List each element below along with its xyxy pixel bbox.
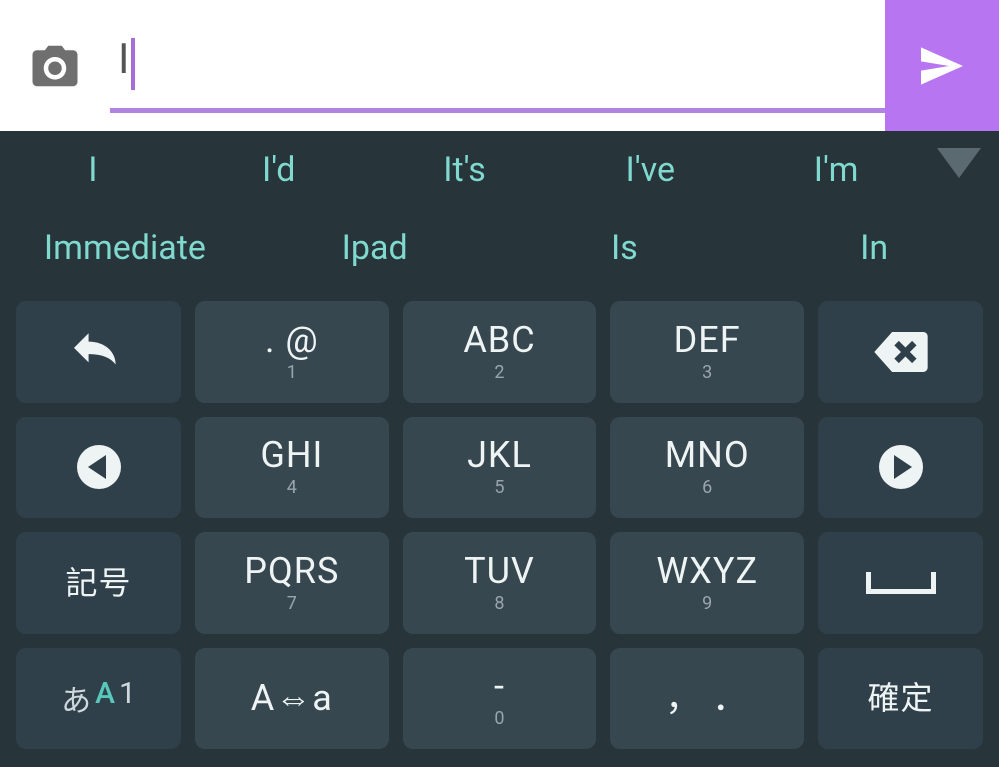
input-underline [110, 108, 885, 113]
backspace-icon [874, 332, 928, 372]
suggestion-strip: I I'd It's I've I'm Immediate Ipad Is In [0, 131, 999, 287]
key-sub: 6 [702, 479, 712, 497]
suggestion-item[interactable]: In [749, 228, 999, 268]
cursor-right-key[interactable] [818, 417, 983, 519]
suggestion-item[interactable]: Is [500, 228, 750, 268]
text-caret [131, 38, 135, 90]
key-main: ABC [463, 322, 535, 358]
punctuation-key[interactable]: ， ． [610, 648, 804, 750]
key-main: . @ [265, 322, 319, 358]
mode-alpha: A [95, 676, 115, 720]
space-key[interactable] [818, 532, 983, 634]
key-sub: 1 [287, 364, 297, 382]
mode-num: 1 [119, 676, 136, 720]
suggestion-item[interactable]: It's [372, 150, 558, 190]
key-main: GHI [260, 437, 323, 473]
key-main: WXYZ [656, 553, 758, 589]
suggestion-item[interactable]: I'm [743, 150, 929, 190]
cursor-left-key[interactable] [16, 417, 181, 519]
suggestion-row-2: Immediate Ipad Is In [0, 209, 999, 287]
backspace-key[interactable] [818, 301, 983, 403]
key-sub: 4 [287, 479, 297, 497]
suggestion-item[interactable]: I've [557, 150, 743, 190]
key-sub: 9 [702, 595, 712, 613]
suggestion-expand-button[interactable] [937, 141, 981, 185]
suggestion-item[interactable]: I'd [186, 150, 372, 190]
mode-kana: あ [61, 676, 91, 720]
chevron-down-icon [937, 148, 981, 178]
key-main: 記号 [65, 567, 131, 599]
mode-key-label: あ A 1 [61, 676, 136, 720]
key-main: TUV [464, 553, 535, 589]
suggestion-item[interactable]: I [0, 150, 186, 190]
camera-button[interactable] [0, 0, 110, 131]
suggestion-item[interactable]: Ipad [250, 228, 500, 268]
key-main: DEF [674, 322, 741, 358]
key-sub: 5 [494, 479, 504, 497]
key-main: - [494, 668, 505, 704]
send-button[interactable] [885, 0, 999, 131]
suggestion-item[interactable]: Immediate [0, 228, 250, 268]
confirm-key[interactable]: 確定 [818, 648, 983, 750]
key-6[interactable]: MNO 6 [610, 417, 804, 519]
key-2[interactable]: ABC 2 [403, 301, 597, 403]
key-main: MNO [665, 437, 750, 473]
key-sub: 2 [494, 364, 504, 382]
camera-icon [28, 39, 82, 93]
message-input[interactable]: I [110, 35, 885, 96]
key-grid: . @ 1 ABC 2 DEF 3 GHI 4 JKL 5 [0, 287, 999, 767]
key-main: JKL [467, 437, 532, 473]
key-main: ， ． [665, 680, 749, 716]
input-mode-key[interactable]: あ A 1 [16, 648, 181, 750]
key-7[interactable]: PQRS 7 [195, 532, 389, 634]
undo-key[interactable] [16, 301, 181, 403]
send-icon [914, 38, 970, 94]
key-main: PQRS [244, 553, 339, 589]
undo-icon [74, 333, 124, 371]
space-icon [866, 572, 936, 594]
case-toggle-key[interactable]: A⇔a [195, 648, 389, 750]
symbols-key[interactable]: 記号 [16, 532, 181, 634]
key-sub: 8 [494, 595, 504, 613]
arrow-left-icon [77, 445, 121, 489]
key-8[interactable]: TUV 8 [403, 532, 597, 634]
key-sub: 3 [702, 364, 712, 382]
key-5[interactable]: JKL 5 [403, 417, 597, 519]
key-4[interactable]: GHI 4 [195, 417, 389, 519]
key-sub: 7 [287, 595, 297, 613]
text-field-wrap[interactable]: I [110, 0, 885, 131]
soft-keyboard: I I'd It's I've I'm Immediate Ipad Is In… [0, 131, 999, 767]
suggestion-row-1: I I'd It's I've I'm [0, 131, 999, 209]
message-input-bar: I [0, 0, 999, 131]
key-main: 確定 [867, 682, 933, 714]
key-3[interactable]: DEF 3 [610, 301, 804, 403]
key-main: A⇔a [251, 680, 333, 716]
key-0[interactable]: - 0 [403, 648, 597, 750]
input-value: I [118, 35, 129, 84]
key-sub: 0 [494, 710, 504, 728]
key-1[interactable]: . @ 1 [195, 301, 389, 403]
key-9[interactable]: WXYZ 9 [610, 532, 804, 634]
arrow-right-icon [879, 445, 923, 489]
